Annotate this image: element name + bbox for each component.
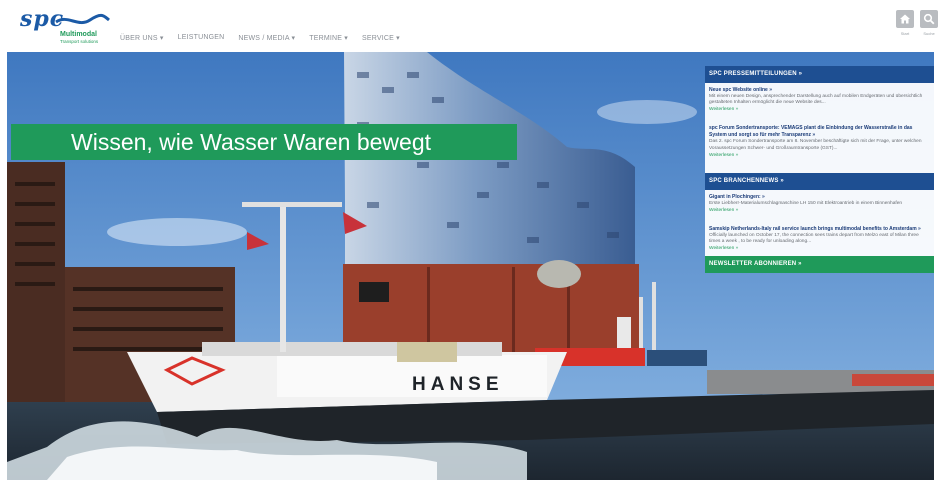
- nav-item-termine[interactable]: TERMINE ▾: [309, 34, 348, 42]
- press-releases-header[interactable]: SPC PRESSEMITTEILUNGEN »: [705, 66, 934, 83]
- main-navigation: ÜBER UNS ▾ LEISTUNGEN NEWS / MEDIA ▾ TER…: [120, 34, 400, 42]
- news-title[interactable]: Samskip Netherlands-Italy rail service l…: [709, 226, 930, 233]
- list-item: Neue spc Website online » Mit einem neue…: [709, 87, 930, 113]
- read-more-link[interactable]: Weiterlesen »: [709, 152, 930, 159]
- list-item: Gigant in Plochingen: » Erste Liebherr-M…: [709, 194, 930, 214]
- newsletter-subscribe-button[interactable]: NEWSLETTER ABONNIEREN »: [705, 256, 934, 274]
- wave-icon: [55, 13, 110, 25]
- site-header: spc Multimodal Transport solutions ÜBER …: [0, 0, 941, 52]
- news-title[interactable]: spc Forum Sondertransporte: VEMAGS plant…: [709, 125, 930, 139]
- home-caption: Start: [900, 31, 910, 36]
- news-excerpt: Das 2. spc Forum Sondertransporte am 8. …: [709, 139, 922, 151]
- nav-item-leistungen[interactable]: LEISTUNGEN: [178, 34, 225, 42]
- nav-item-service[interactable]: SERVICE ▾: [362, 34, 400, 42]
- home-icon: [900, 14, 910, 24]
- search-icon: [923, 13, 935, 25]
- news-title[interactable]: Neue spc Website online »: [709, 87, 930, 94]
- industry-news-header[interactable]: SPC BRANCHENNEWS »: [705, 172, 934, 190]
- ship-name: HANSE: [412, 374, 504, 395]
- news-title[interactable]: Gigant in Plochingen: »: [709, 194, 930, 201]
- hero-slogan: Wissen, wie Wasser Waren bewegt: [11, 124, 517, 160]
- hero-banner: HANSE Wissen, wie Wasser Waren bewegt SP…: [7, 52, 934, 480]
- logo-tagline: Multimodal: [60, 31, 97, 38]
- nav-item-ueber-uns[interactable]: ÜBER UNS ▾: [120, 34, 164, 42]
- search-caption: Suche: [923, 31, 935, 36]
- spc-logo[interactable]: spc Multimodal Transport solutions: [14, 6, 114, 48]
- news-excerpt: Mit einem neuen Design, ansprechender Da…: [709, 94, 923, 106]
- search-button[interactable]: [920, 10, 938, 28]
- read-more-link[interactable]: Weiterlesen »: [709, 207, 930, 214]
- logo-subline: Transport solutions: [60, 39, 99, 44]
- list-item: Samskip Netherlands-Italy rail service l…: [709, 226, 930, 252]
- read-more-link[interactable]: Weiterlesen »: [709, 106, 930, 113]
- nav-item-news-media[interactable]: NEWS / MEDIA ▾: [238, 34, 295, 42]
- industry-news-list: Gigant in Plochingen: » Erste Liebherr-M…: [705, 189, 934, 257]
- news-sidebar: SPC PRESSEMITTEILUNGEN » Neue spc Websit…: [705, 66, 934, 274]
- news-excerpt: Erste Liebherr-Materialumschlagmaschine …: [709, 200, 903, 206]
- news-excerpt: Officially launched on October 17, the c…: [709, 233, 919, 245]
- list-item: spc Forum Sondertransporte: VEMAGS plant…: [709, 125, 930, 158]
- read-more-link[interactable]: Weiterlesen »: [709, 245, 930, 252]
- home-button[interactable]: [896, 10, 914, 28]
- press-releases-list: Neue spc Website online » Mit einem neue…: [705, 83, 934, 173]
